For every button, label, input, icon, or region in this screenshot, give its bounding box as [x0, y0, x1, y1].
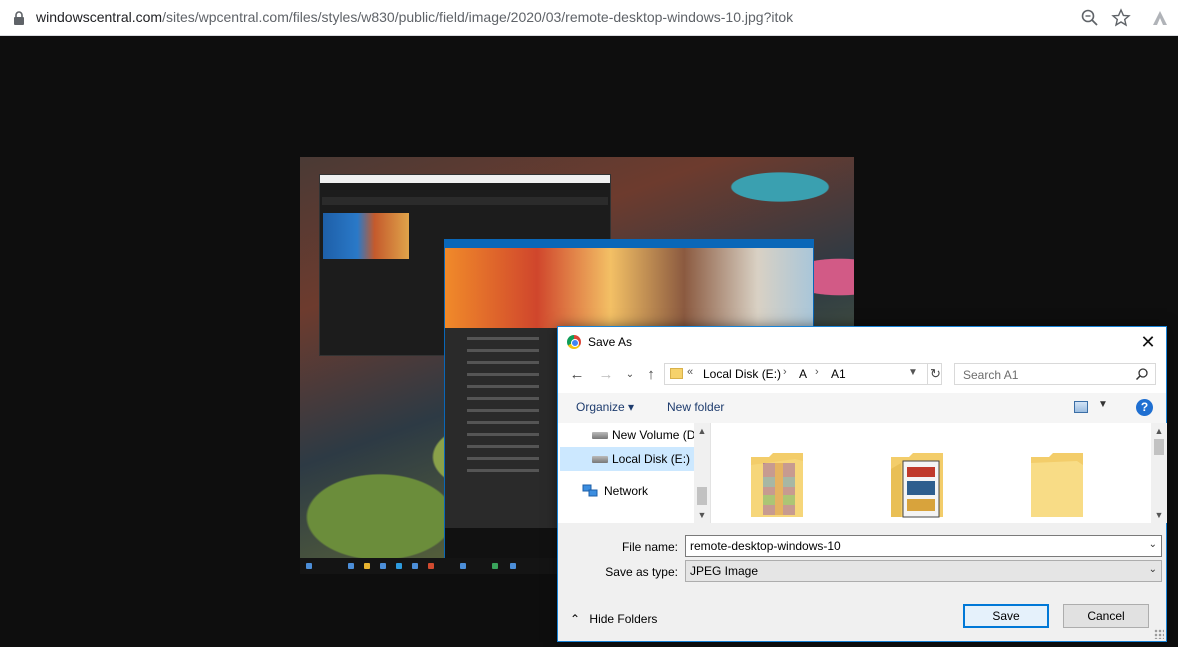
- path-segment-a1[interactable]: A1: [831, 367, 846, 381]
- nav-item-label: New Volume (D: [612, 428, 696, 442]
- organize-button[interactable]: Organize ▾: [576, 400, 634, 414]
- navigation-pane: New Volume (D Local Disk (E:) Network ▲ …: [558, 423, 710, 523]
- resize-grip[interactable]: [1154, 629, 1164, 639]
- path-segment-a[interactable]: A: [799, 367, 807, 381]
- chevron-up-icon[interactable]: ▲: [1151, 423, 1167, 439]
- chevron-right-icon[interactable]: ›: [783, 366, 787, 378]
- chrome-icon: [567, 335, 581, 349]
- help-icon[interactable]: ?: [1136, 399, 1153, 416]
- save-button[interactable]: Save: [963, 604, 1049, 628]
- search-placeholder: Search A1: [963, 368, 1019, 382]
- file-name-field[interactable]: remote-desktop-windows-10 ⌄: [685, 535, 1162, 557]
- chevron-down-icon[interactable]: ▼: [694, 507, 710, 523]
- path-overflow[interactable]: «: [687, 366, 693, 378]
- chevron-down-icon[interactable]: ▼: [908, 367, 918, 378]
- chevron-up-icon[interactable]: ▲: [694, 423, 710, 439]
- chevron-down-icon[interactable]: ▼: [1098, 399, 1108, 410]
- folder-icon[interactable]: [1029, 439, 1087, 519]
- files-scrollbar[interactable]: ▲ ▼: [1151, 423, 1167, 523]
- address-path-bar[interactable]: « Local Disk (E:) › A › A1 ▼ ↻: [664, 363, 942, 385]
- hide-folders-button[interactable]: ⌃ Hide Folders: [570, 612, 657, 626]
- nav-item-local-disk[interactable]: Local Disk (E:): [560, 447, 694, 471]
- rd-group-bar: [322, 197, 608, 205]
- hide-folders-label: Hide Folders: [589, 612, 658, 626]
- back-arrow-icon[interactable]: ←: [568, 366, 586, 384]
- file-list-pane: ▲ ▼: [710, 423, 1167, 523]
- chevron-down-icon[interactable]: ⌄: [1149, 564, 1157, 575]
- drive-icon: [592, 456, 608, 463]
- search-input[interactable]: Search A1: [954, 363, 1156, 385]
- nav-item-label: Local Disk (E:): [612, 452, 691, 466]
- nav-item-new-volume[interactable]: New Volume (D: [560, 423, 696, 447]
- nav-item-label: Network: [604, 484, 649, 498]
- rd2-titlebar: [445, 240, 813, 248]
- rd2-wallpaper: [445, 248, 813, 328]
- zoom-icon[interactable]: [1080, 8, 1100, 28]
- rd-titlebar: [320, 175, 610, 183]
- navigation-row: ← → ⌄ ↑ « Local Disk (E:) › A › A1 ▼ ↻ S…: [558, 357, 1166, 393]
- folder-icon: [670, 368, 683, 379]
- chevron-up-icon: ⌃: [570, 612, 581, 626]
- save-as-type-value: JPEG Image: [690, 564, 759, 578]
- image-folder-icon[interactable]: [889, 439, 947, 519]
- chevron-down-icon[interactable]: ▼: [1151, 507, 1167, 523]
- save-as-type-select[interactable]: JPEG Image ⌄: [685, 560, 1162, 582]
- scroll-thumb[interactable]: [697, 487, 707, 505]
- recent-locations-dropdown-icon[interactable]: ⌄: [621, 366, 639, 384]
- start-menu: [445, 328, 557, 528]
- nav-scrollbar[interactable]: ▲ ▼: [694, 423, 710, 523]
- view-options-icon[interactable]: [1074, 401, 1088, 413]
- network-icon: [582, 484, 598, 497]
- drive-icon: [592, 432, 608, 439]
- dialog-toolbar: Organize ▾ New folder ▼ ?: [558, 393, 1166, 423]
- refresh-icon[interactable]: ↻: [927, 364, 943, 384]
- rd-desktop-thumbnail: [323, 213, 409, 259]
- search-icon: [1135, 368, 1148, 381]
- url-text[interactable]: windowscentral.com/sites/wpcentral.com/f…: [36, 9, 793, 25]
- up-arrow-icon[interactable]: ↑: [642, 366, 660, 384]
- extension-icon[interactable]: [1150, 8, 1170, 28]
- rd-header: [320, 183, 610, 193]
- file-name-value: remote-desktop-windows-10: [690, 539, 841, 553]
- nav-item-network[interactable]: Network: [560, 479, 694, 503]
- dialog-title: Save As: [588, 335, 633, 349]
- dialog-titlebar: Save As ✕: [558, 327, 1166, 357]
- scroll-thumb[interactable]: [1154, 439, 1164, 455]
- lock-icon[interactable]: [12, 10, 26, 26]
- new-folder-button[interactable]: New folder: [667, 400, 724, 414]
- forward-arrow-icon[interactable]: →: [597, 366, 615, 384]
- chevron-down-icon[interactable]: ⌄: [1149, 539, 1157, 550]
- chevron-right-icon[interactable]: ›: [815, 366, 819, 378]
- close-icon[interactable]: ✕: [1138, 332, 1158, 352]
- star-icon[interactable]: [1111, 8, 1131, 28]
- save-as-dialog: Save As ✕ ← → ⌄ ↑ « Local Disk (E:) › A …: [557, 326, 1167, 642]
- archive-folder-icon[interactable]: [749, 439, 807, 519]
- file-name-label: File name:: [621, 540, 678, 554]
- cancel-button[interactable]: Cancel: [1063, 604, 1149, 628]
- browser-address-bar: windowscentral.com/sites/wpcentral.com/f…: [0, 0, 1178, 36]
- save-as-type-label: Save as type:: [605, 565, 678, 579]
- path-segment-drive[interactable]: Local Disk (E:): [703, 367, 781, 381]
